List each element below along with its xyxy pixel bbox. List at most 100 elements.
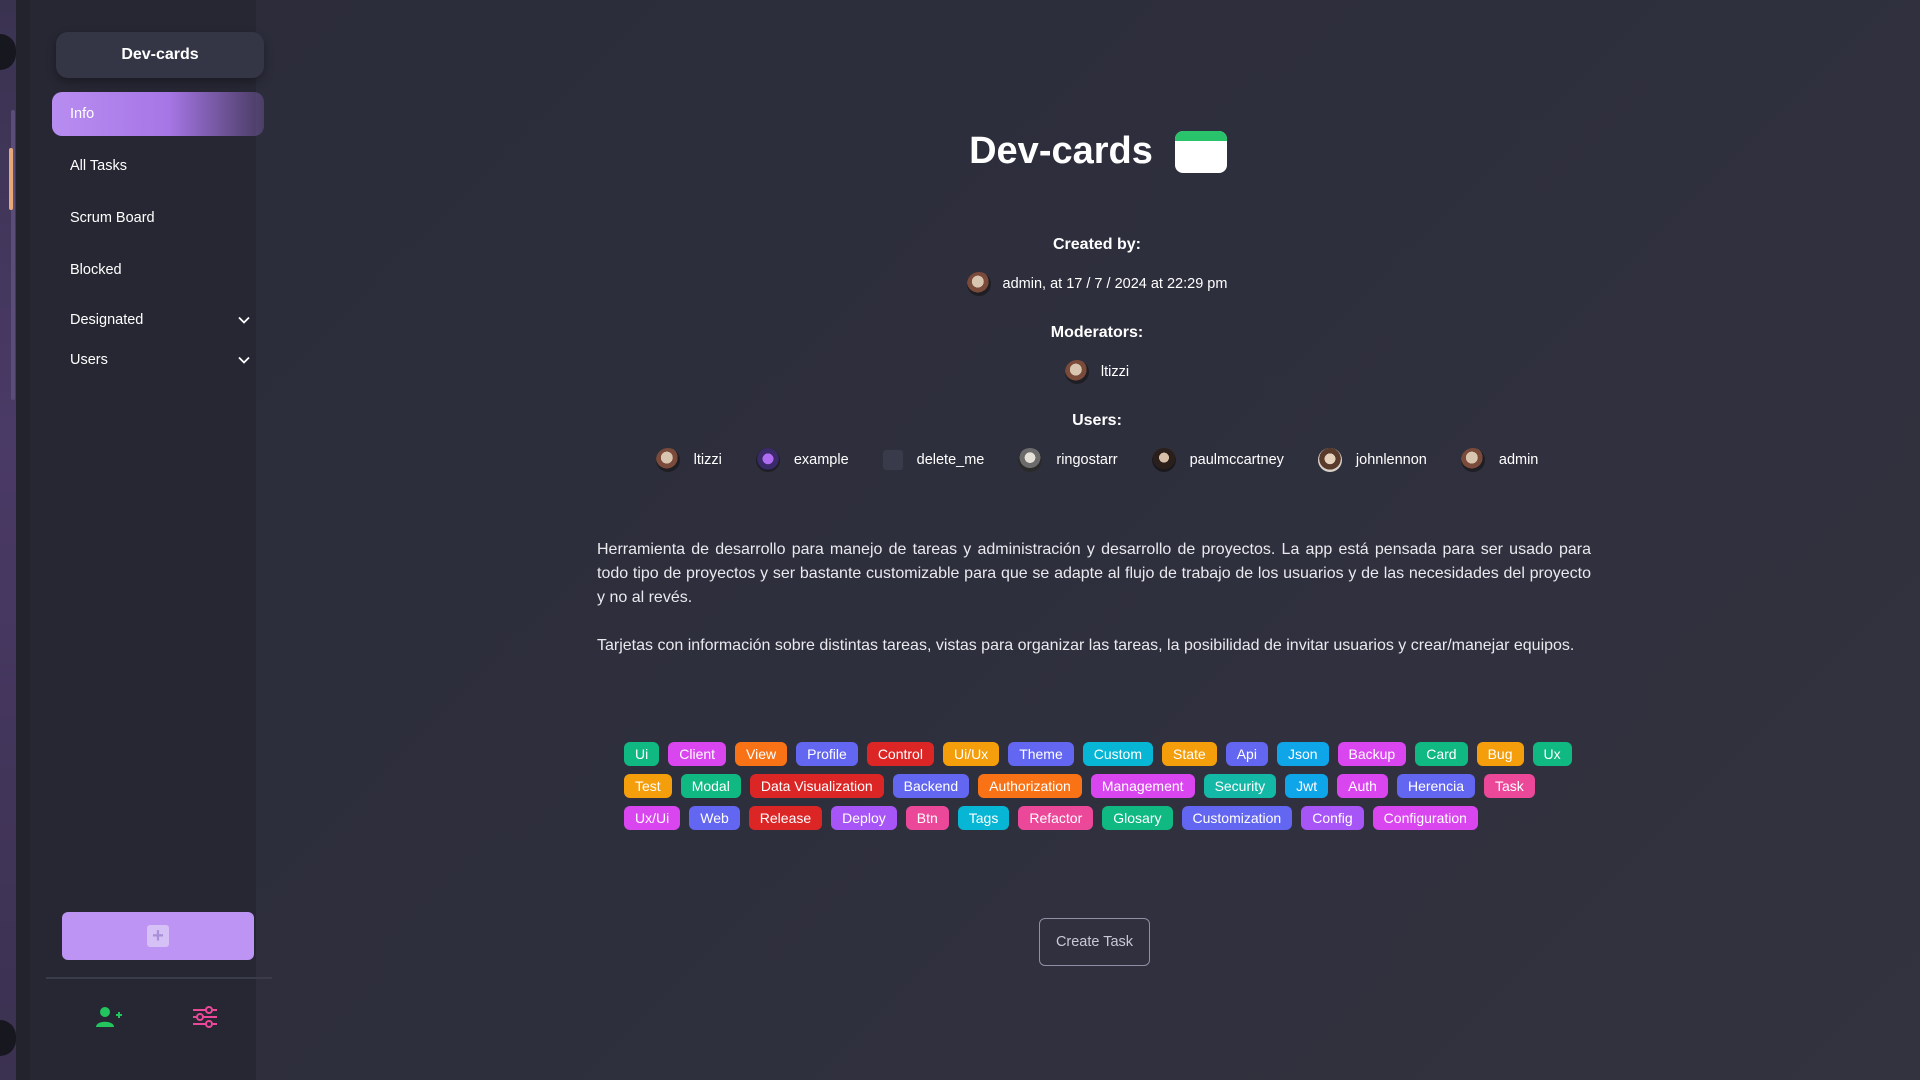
avatar: [1460, 448, 1485, 472]
edge-nav-dot[interactable]: [0, 34, 16, 70]
users-heading: Users:: [1072, 412, 1122, 429]
moderator-item[interactable]: ltizzi: [256, 360, 1920, 384]
moderators-heading: Moderators:: [1050, 324, 1144, 341]
user-item[interactable]: admin: [1460, 448, 1539, 472]
tag-badge[interactable]: Test: [624, 774, 672, 798]
tag-badge[interactable]: Card: [1415, 742, 1468, 766]
user-item[interactable]: example: [755, 448, 849, 472]
sidebar-item-label: Designated: [70, 312, 144, 328]
sidebar-item-info[interactable]: Info: [52, 92, 264, 136]
sidebar-item-designated[interactable]: Designated: [52, 300, 264, 340]
user-name: paulmccartney: [1189, 452, 1284, 468]
tag-badge[interactable]: Herencia: [1396, 774, 1475, 798]
tag-badge[interactable]: Ui: [624, 742, 660, 766]
tag-badge[interactable]: State: [1162, 742, 1217, 766]
add-button[interactable]: +: [62, 912, 254, 960]
add-user-icon[interactable]: [94, 1002, 124, 1032]
tag-badge[interactable]: Task: [1483, 774, 1535, 798]
avatar: [655, 448, 680, 472]
moderator-name: ltizzi: [1100, 364, 1130, 380]
tag-badge[interactable]: Configuration: [1372, 806, 1478, 830]
tag-badge[interactable]: Web: [689, 806, 740, 830]
tag-badge[interactable]: View: [735, 742, 788, 766]
tag-list: Ui Client View Profile Control Ui/Ux Theme Cust…: [624, 742, 1584, 830]
users-list: ltizzi example delete_me ringostarr paul…: [256, 448, 1920, 472]
title-row: Dev-cards: [256, 130, 1920, 173]
tag-badge[interactable]: Jwt: [1285, 774, 1329, 798]
description-paragraph-1: Herramienta de desarrollo para manejo de…: [597, 541, 1591, 606]
tag-badge[interactable]: Release: [748, 806, 823, 830]
avatar: [1151, 448, 1176, 472]
main-content: Dev-cards Created by: admin, at 17 / 7 /…: [256, 0, 1920, 1080]
tag-badge[interactable]: Ui/Ux: [942, 742, 1000, 766]
tag-badge[interactable]: Deploy: [831, 806, 897, 830]
user-item[interactable]: ltizzi: [655, 448, 722, 472]
sidebar-item-label: Blocked: [70, 262, 122, 278]
tag-badge[interactable]: Ux/Ui: [624, 806, 681, 830]
tag-badge[interactable]: Refactor: [1018, 806, 1094, 830]
user-name: example: [793, 452, 849, 468]
chevron-down-icon: [238, 314, 250, 326]
tag-badge[interactable]: Config: [1301, 806, 1364, 830]
plus-icon: +: [147, 925, 169, 947]
create-task-button[interactable]: Create Task: [1039, 918, 1150, 966]
user-name: delete_me: [916, 452, 985, 468]
sidebar-item-all-tasks[interactable]: All Tasks: [52, 144, 264, 188]
description-paragraph-2: Tarjetas con información sobre distintas…: [597, 637, 1575, 654]
tag-badge[interactable]: Tags: [957, 806, 1010, 830]
sidebar-divider: [46, 977, 272, 979]
page-title: Dev-cards: [969, 130, 1153, 172]
edge-scroll-thumb[interactable]: [9, 148, 13, 210]
user-name: ringostarr: [1056, 452, 1118, 468]
chevron-down-icon: [238, 354, 250, 366]
user-item[interactable]: paulmccartney: [1151, 448, 1284, 472]
sidebar-item-label: Info: [70, 106, 95, 122]
tag-badge[interactable]: Custom: [1082, 742, 1153, 766]
tag-badge[interactable]: Authorization: [978, 774, 1082, 798]
edge-nav-dot[interactable]: [0, 1020, 16, 1056]
tag-badge[interactable]: Theme: [1008, 742, 1074, 766]
tag-badge[interactable]: Client: [668, 742, 727, 766]
sidebar-item-label: All Tasks: [70, 158, 127, 174]
sidebar-nav: Info All Tasks Scrum Board Blocked Desig…: [52, 92, 264, 380]
sidebar-item-scrum-board[interactable]: Scrum Board: [52, 196, 264, 240]
avatar: [1064, 360, 1089, 384]
user-item[interactable]: johnlennon: [1317, 448, 1427, 472]
app-edge-strip: [0, 0, 16, 1080]
tag-badge[interactable]: Auth: [1337, 774, 1388, 798]
user-item[interactable]: delete_me: [882, 450, 985, 470]
tag-badge[interactable]: Glosary: [1102, 806, 1173, 830]
created-by-text: admin, at 17 / 7 / 2024 at 22:29 pm: [1002, 276, 1228, 292]
project-name[interactable]: Dev-cards: [56, 32, 264, 78]
created-by-line: admin, at 17 / 7 / 2024 at 22:29 pm: [256, 272, 1920, 296]
tag-badge[interactable]: Btn: [905, 806, 949, 830]
tag-badge[interactable]: Profile: [796, 742, 858, 766]
sidebar-item-blocked[interactable]: Blocked: [52, 248, 264, 292]
tag-badge[interactable]: Bug: [1476, 742, 1524, 766]
avatar: [755, 448, 780, 472]
tag-badge[interactable]: Json: [1276, 742, 1329, 766]
calendar-icon: [1174, 130, 1227, 173]
user-name: admin: [1498, 452, 1539, 468]
sidebar-item-label: Users: [70, 352, 108, 368]
avatar: [1018, 448, 1043, 472]
sidebar-item-users[interactable]: Users: [52, 340, 264, 380]
sidebar: Dev-cards Info All Tasks Scrum Board Blo…: [16, 0, 272, 1080]
tag-badge[interactable]: Backup: [1337, 742, 1407, 766]
avatar: [966, 272, 991, 296]
tag-badge[interactable]: Modal: [680, 774, 741, 798]
user-name: ltizzi: [693, 452, 722, 468]
broken-image-icon: [882, 450, 903, 470]
user-item[interactable]: ringostarr: [1018, 448, 1118, 472]
tag-badge[interactable]: Backend: [892, 774, 970, 798]
tag-badge[interactable]: Security: [1203, 774, 1277, 798]
tag-badge[interactable]: Api: [1225, 742, 1268, 766]
tag-badge[interactable]: Customization: [1181, 806, 1293, 830]
tag-badge[interactable]: Ux: [1532, 742, 1572, 766]
settings-sliders-icon[interactable]: [190, 1002, 220, 1032]
user-name: johnlennon: [1355, 452, 1427, 468]
tag-badge[interactable]: Management: [1090, 774, 1195, 798]
sidebar-item-label: Scrum Board: [70, 210, 155, 226]
tag-badge[interactable]: Data Visualization: [749, 774, 884, 798]
tag-badge[interactable]: Control: [866, 742, 934, 766]
